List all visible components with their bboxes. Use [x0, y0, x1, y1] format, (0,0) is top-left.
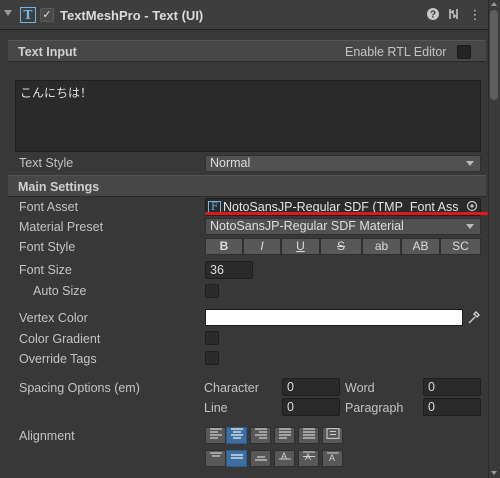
align-flush-icon[interactable]	[298, 427, 319, 444]
presets-icon[interactable]	[446, 7, 462, 23]
svg-text:A: A	[329, 453, 335, 462]
color-gradient-checkbox[interactable]	[205, 331, 219, 345]
text-style-dropdown[interactable]: Normal	[205, 155, 481, 172]
material-preset-dropdown[interactable]: NotoSansJP-Regular SDF Material	[205, 218, 481, 235]
text-input-section-title: Text Input	[18, 45, 77, 59]
eyedropper-icon[interactable]	[466, 309, 482, 326]
scroll-up-icon[interactable]	[491, 2, 497, 6]
text-style-value: Normal	[210, 156, 251, 170]
font-size-input[interactable]: 36	[205, 261, 253, 279]
line-spacing-input[interactable]: 0	[282, 398, 340, 416]
vertex-color-swatch[interactable]	[205, 309, 463, 326]
component-title: TextMeshPro - Text (UI)	[60, 8, 204, 23]
foldout-arrow-icon[interactable]	[4, 10, 12, 16]
word-spacing-label: Word	[345, 381, 375, 395]
align-geometry-center-icon[interactable]	[322, 427, 343, 444]
help-icon[interactable]: ?	[425, 7, 441, 23]
text-input-section-header[interactable]: Text Input Enable RTL Editor	[8, 40, 486, 62]
highlight-underline	[205, 212, 488, 215]
character-spacing-input[interactable]: 0	[282, 378, 340, 396]
align-left-icon[interactable]	[205, 427, 226, 444]
svg-text:?: ?	[430, 10, 436, 21]
text-input-area[interactable]: こんにちは！	[15, 80, 481, 152]
material-preset-value: NotoSansJP-Regular SDF Material	[210, 219, 404, 233]
align-top-icon[interactable]	[205, 450, 226, 467]
strikethrough-button[interactable]: S	[320, 238, 362, 255]
align-capline-icon[interactable]: A	[322, 450, 343, 467]
paragraph-spacing-input[interactable]: 0	[423, 398, 481, 416]
lowercase-button[interactable]: ab	[362, 238, 401, 255]
color-gradient-label: Color Gradient	[19, 332, 101, 346]
spacing-options-label: Spacing Options (em)	[19, 381, 140, 395]
text-style-label: Text Style	[19, 156, 74, 170]
bold-button[interactable]: B	[205, 238, 243, 255]
character-spacing-label: Character	[204, 381, 259, 395]
scroll-down-icon[interactable]	[491, 471, 497, 475]
auto-size-label: Auto Size	[33, 284, 87, 298]
context-menu-icon[interactable]: ⋮	[467, 7, 483, 23]
textmeshpro-icon: T	[20, 7, 36, 23]
rtl-editor-checkbox[interactable]	[457, 45, 471, 59]
align-bottom-icon[interactable]	[250, 450, 271, 467]
component-enabled-checkbox[interactable]: ✓	[40, 8, 54, 22]
uppercase-button[interactable]: AB	[401, 238, 440, 255]
smallcaps-button[interactable]: SC	[440, 238, 481, 255]
align-justified-icon[interactable]	[274, 427, 295, 444]
italic-button[interactable]: I	[243, 238, 281, 255]
word-spacing-input[interactable]: 0	[423, 378, 481, 396]
auto-size-checkbox[interactable]	[205, 284, 219, 298]
font-size-label: Font Size	[19, 263, 72, 277]
align-center-icon[interactable]	[226, 427, 247, 444]
alignment-label: Alignment	[19, 429, 75, 443]
main-settings-section-header[interactable]: Main Settings	[8, 175, 486, 197]
paragraph-spacing-label: Paragraph	[345, 401, 404, 415]
vertex-color-label: Vertex Color	[19, 311, 88, 325]
override-tags-checkbox[interactable]	[205, 351, 219, 365]
main-settings-section-title: Main Settings	[18, 180, 100, 194]
scrollbar-thumb[interactable]	[490, 10, 498, 100]
underline-button[interactable]: U	[281, 238, 320, 255]
override-tags-label: Override Tags	[19, 352, 97, 366]
material-preset-label: Material Preset	[19, 220, 104, 234]
font-asset-label: Font Asset	[19, 200, 79, 214]
rtl-editor-label: Enable RTL Editor	[345, 45, 447, 59]
align-right-icon[interactable]	[250, 427, 271, 444]
font-style-label: Font Style	[19, 240, 76, 254]
align-baseline-icon[interactable]: A	[274, 450, 295, 467]
align-midline-icon[interactable]: A	[298, 450, 319, 467]
line-spacing-label: Line	[204, 401, 228, 415]
chevron-down-icon	[466, 224, 474, 229]
align-middle-icon[interactable]	[226, 450, 247, 467]
chevron-down-icon	[466, 161, 474, 166]
